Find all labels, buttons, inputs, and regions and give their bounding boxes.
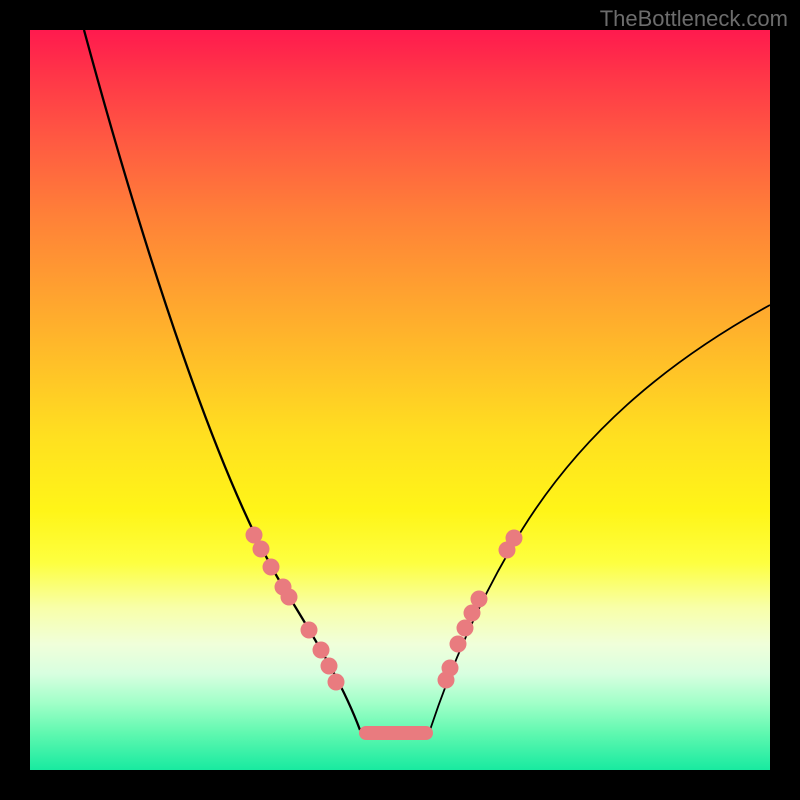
watermark-text: TheBottleneck.com — [600, 6, 788, 32]
data-point — [301, 622, 318, 639]
left-curve — [84, 30, 360, 730]
data-point — [328, 674, 345, 691]
data-point — [442, 660, 459, 677]
data-point — [263, 559, 280, 576]
data-point — [281, 589, 298, 606]
chart-svg — [30, 30, 770, 770]
data-point — [457, 620, 474, 637]
data-point — [321, 658, 338, 675]
data-point — [253, 541, 270, 558]
data-point — [450, 636, 467, 653]
data-point — [471, 591, 488, 608]
bottom-bar — [359, 726, 433, 740]
dots-right-group — [438, 530, 523, 689]
chart-plot-area — [30, 30, 770, 770]
data-point — [506, 530, 523, 547]
data-point — [313, 642, 330, 659]
right-curve — [430, 305, 770, 730]
